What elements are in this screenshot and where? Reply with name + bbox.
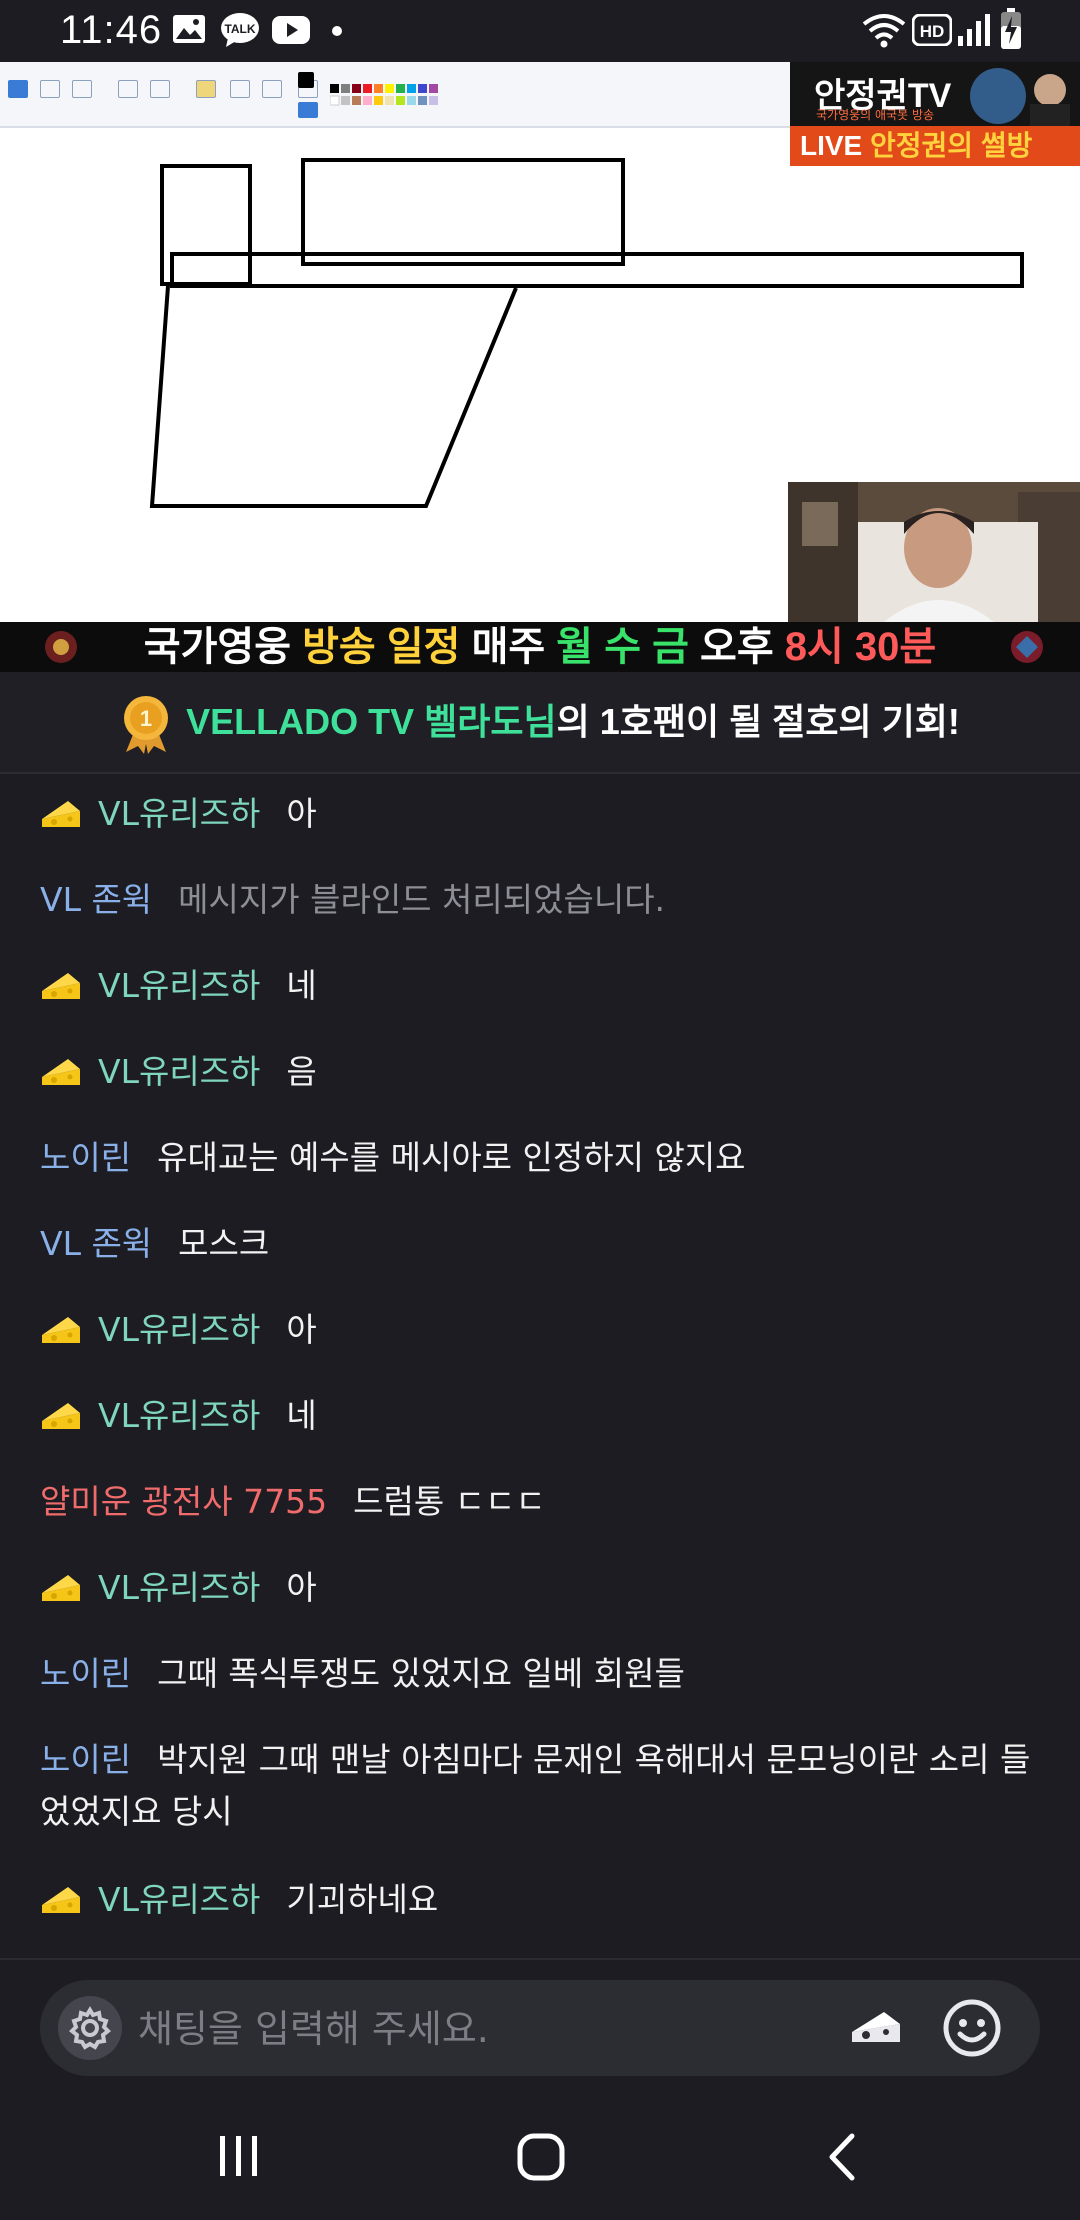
home-icon[interactable]	[516, 2132, 566, 2182]
chat-nick: VL유리즈하	[98, 1568, 261, 1607]
chat-message[interactable]: VL유리즈하 네	[40, 960, 1040, 1012]
chat-text: 드럼통 ㄷㄷㄷ	[353, 1482, 546, 1521]
chat-nick: VL 존윅	[40, 880, 153, 919]
chat-message[interactable]: VL유리즈하 네	[40, 1390, 1040, 1442]
status-bar: 11:46 TALK HD	[0, 0, 1080, 62]
emblem-right-icon	[1011, 631, 1043, 663]
schedule-part4: 월 수 금	[556, 625, 689, 669]
chat-message[interactable]: VL 존윅 모스크	[40, 1218, 1040, 1270]
chat-input-container	[40, 1980, 1040, 2076]
cheese-badge-icon	[42, 1403, 80, 1429]
chat-message[interactable]: VL유리즈하 음	[40, 1046, 1040, 1098]
stream-video[interactable]: 안정권TV 국가영웅의 애국봇 방송 LIVE 안정권의 썰방	[0, 62, 1080, 622]
kakaotalk-icon: TALK	[221, 13, 259, 47]
chat-nick: 노이린	[40, 1740, 132, 1779]
chat-text: 아	[286, 1310, 317, 1349]
chat-text: 유대교는 예수를 메시아로 인정하지 않지요	[157, 1138, 746, 1177]
chat-message[interactable]: VL유리즈하 기괴하네요	[40, 1874, 1040, 1926]
chat-list[interactable]: VL유리즈하 아 VL 존윅 메시지가 블라인드 처리되었습니다. VL유리즈하 네 …	[0, 774, 1080, 1958]
cheese-donation-icon[interactable]	[848, 2002, 904, 2054]
live-title: 안정권의 썰방	[870, 130, 1033, 161]
hd-voice-icon: HD	[912, 14, 952, 46]
gallery-icon	[173, 15, 205, 43]
wifi-icon	[862, 14, 906, 48]
chat-text: 기괴하네요	[286, 1880, 439, 1919]
chat-message[interactable]: 노이린 유대교는 예수를 메시아로 인정하지 않지요	[40, 1132, 1040, 1184]
live-badge: LIVE	[800, 130, 863, 161]
cheese-badge-icon	[42, 801, 80, 827]
webcam-overlay	[788, 482, 1080, 622]
chat-nick: 얄미운 광전사 7755	[40, 1482, 328, 1521]
chat-text: 네	[286, 966, 317, 1005]
settings-button[interactable]	[58, 1996, 122, 2060]
chat-message[interactable]: VL유리즈하 아	[40, 788, 1040, 840]
chat-nick: VL유리즈하	[98, 794, 261, 833]
recent-apps-icon[interactable]	[214, 2132, 264, 2180]
chat-text-blinded: 메시지가 블라인드 처리되었습니다.	[178, 880, 666, 919]
chat-message[interactable]: 노이린 박지원 그때 맨날 아침마다 문재인 욕해대서 문모닝이란 소리 들었었지…	[40, 1734, 1040, 1838]
chat-text: 모스크	[178, 1224, 270, 1263]
chat-input[interactable]	[136, 1996, 840, 2062]
channel-badge: 안정권TV 국가영웅의 애국봇 방송 LIVE 안정권의 썰방	[790, 62, 1080, 166]
svg-text:1: 1	[140, 706, 152, 731]
talk-label: TALK	[224, 22, 255, 36]
dot-icon	[332, 26, 342, 36]
cheese-badge-icon	[42, 1575, 80, 1601]
cheese-badge-icon	[42, 1887, 80, 1913]
chat-message[interactable]: VL 존윅 메시지가 블라인드 처리되었습니다.	[40, 874, 1040, 926]
chat-message[interactable]: VL유리즈하 아	[40, 1304, 1040, 1356]
emoji-icon[interactable]	[940, 1996, 1004, 2060]
emblem-left-icon	[45, 631, 77, 663]
gear-icon	[69, 2006, 111, 2050]
signal-icon	[958, 14, 990, 46]
chat-nick: 노이린	[40, 1654, 132, 1693]
schedule-part6: 8시 30분	[784, 625, 937, 669]
cheese-badge-icon	[42, 1059, 80, 1085]
schedule-part1: 국가영웅	[143, 625, 303, 669]
schedule-part3: 매주	[460, 625, 557, 669]
fan-banner[interactable]: 1 VELLADO TV 벨라도님의 1호팬이 될 절호의 기회!	[0, 672, 1080, 774]
clock: 11:46	[60, 8, 163, 52]
chat-nick: VL유리즈하	[98, 1310, 261, 1349]
chat-nick: 노이린	[40, 1138, 132, 1177]
battery-charging-icon	[1001, 8, 1021, 49]
chat-input-bar	[0, 1958, 1080, 2092]
cheese-badge-icon	[42, 973, 80, 999]
chat-message[interactable]: VL유리즈하 아	[40, 1562, 1040, 1614]
chat-nick: VL유리즈하	[98, 966, 261, 1005]
chat-nick: VL 존윅	[40, 1224, 153, 1263]
youtube-icon	[272, 16, 310, 44]
chat-text: 아	[286, 794, 317, 833]
system-nav-bar	[0, 2090, 1080, 2220]
chat-nick: VL유리즈하	[98, 1880, 261, 1919]
chat-text: 음	[286, 1052, 317, 1091]
fan-banner-highlight: VELLADO TV 벨라도님	[186, 701, 557, 742]
channel-tagline: 국가영웅의 애국봇 방송	[816, 108, 935, 122]
live-banner: LIVE 안정권의 썰방	[790, 126, 1080, 166]
chat-message[interactable]: 노이린 그때 폭식투쟁도 있었지요 일베 회원들	[40, 1648, 1040, 1700]
schedule-part2: 방송 일정	[302, 625, 461, 669]
chat-nick: VL유리즈하	[98, 1396, 261, 1435]
chat-nick: VL유리즈하	[98, 1052, 261, 1091]
hd-label: HD	[920, 22, 945, 41]
medal-icon: 1	[124, 696, 169, 755]
chat-text: 네	[286, 1396, 317, 1435]
chat-text: 박지원 그때 맨날 아침마다 문재인 욕해대서 문모닝이란 소리 들었었지요 당…	[40, 1740, 1031, 1831]
fan-banner-text: 의 1호팬이 될 절호의 기회!	[556, 701, 960, 742]
chat-message[interactable]: 얄미운 광전사 7755 드럼통 ㄷㄷㄷ	[40, 1476, 1040, 1528]
chat-text: 아	[286, 1568, 317, 1607]
lion-logo-icon	[970, 68, 1070, 126]
back-icon[interactable]	[820, 2132, 864, 2182]
schedule-part5: 오후	[688, 625, 785, 669]
cheese-badge-icon	[42, 1317, 80, 1343]
chat-text: 그때 폭식투쟁도 있었지요 일베 회원들	[157, 1654, 685, 1693]
schedule-banner: 국가영웅 방송 일정 매주 월 수 금 오후 8시 30분	[0, 622, 1080, 672]
